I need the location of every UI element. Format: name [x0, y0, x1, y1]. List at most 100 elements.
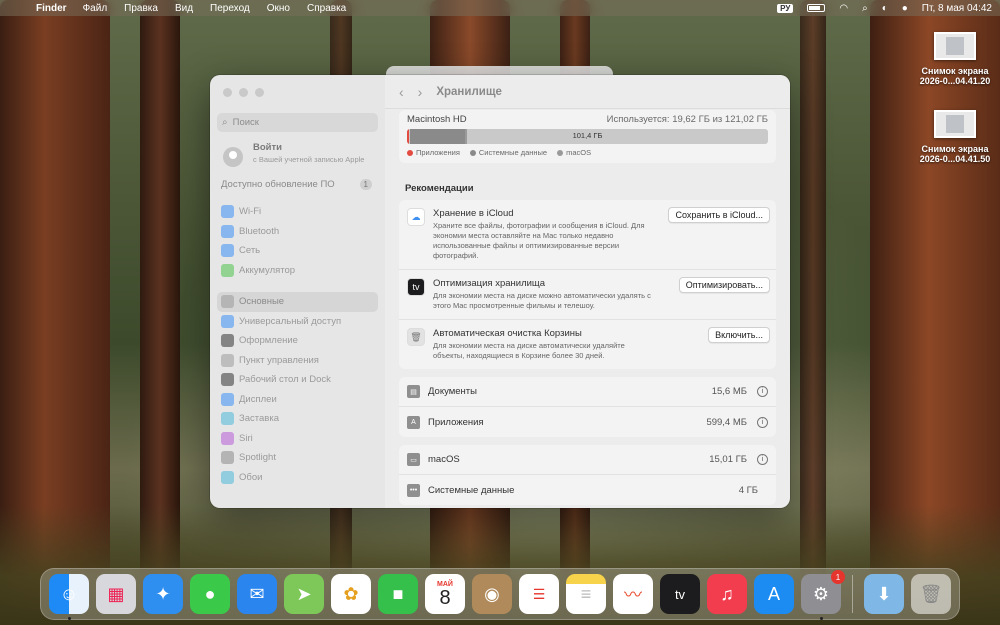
info-icon[interactable]: i: [757, 416, 768, 428]
wifi-icon[interactable]: ◠: [839, 3, 848, 14]
sidebar: ⌕ Поиск Войти с Вашей учетной записью Ap…: [210, 75, 385, 508]
recommendations-heading: Рекомендации: [405, 183, 474, 194]
recommendation-action-button[interactable]: Включить...: [708, 327, 770, 343]
dock-downloads-folder[interactable]: ⬇: [864, 574, 904, 614]
forward-arrow-icon[interactable]: ›: [418, 84, 423, 100]
sidebar-item-label: Дисплеи: [239, 393, 277, 405]
dock-notes[interactable]: ≡: [566, 574, 606, 614]
zoom-button[interactable]: [255, 88, 264, 97]
dock-calendar[interactable]: МАЙ 8: [425, 574, 465, 614]
recommendation-description: Для экономии места на диске автоматическ…: [433, 341, 625, 360]
menu-go[interactable]: Переход: [210, 3, 250, 14]
sidebar-item-spotlight[interactable]: Spotlight: [217, 448, 378, 468]
search-icon[interactable]: ⌕: [862, 3, 868, 14]
menu-file[interactable]: Файл: [83, 3, 108, 14]
dock-system-settings[interactable]: ⚙ 1: [801, 570, 845, 620]
dock-maps[interactable]: ➤: [284, 574, 324, 614]
maps-icon: ➤: [296, 583, 312, 604]
sidebar-item-globe[interactable]: Сеть: [217, 241, 378, 261]
dock-launchpad[interactable]: ▦: [96, 574, 136, 614]
sidebar-item-bluetooth[interactable]: Bluetooth: [217, 222, 378, 242]
dock-freeform[interactable]: 〰: [613, 574, 653, 614]
search-field[interactable]: ⌕ Поиск: [217, 113, 378, 132]
sidebar-item-battery[interactable]: Аккумулятор: [217, 261, 378, 281]
recommendation-title: Хранение в iCloud: [433, 208, 514, 219]
facetime-camera-icon: ■: [392, 583, 404, 604]
storage-row-system-data[interactable]: ••• Системные данные 4 ГБ: [399, 475, 776, 505]
recommendation-description: Храните все файлы, фотографии и сообщени…: [433, 221, 645, 260]
legend-system: Системные данные: [469, 148, 547, 157]
dock-facetime[interactable]: ■: [378, 574, 418, 614]
sidebar-item-display[interactable]: Дисплеи: [217, 390, 378, 410]
dock-reminders[interactable]: ☰: [519, 574, 559, 614]
control-center-icon[interactable]: ◐: [882, 3, 888, 14]
apple-account-login[interactable]: Войти с Вашей учетной записью Apple: [217, 142, 378, 167]
recommendation-action-button[interactable]: Оптимизировать...: [678, 277, 770, 293]
info-icon[interactable]: i: [757, 386, 768, 397]
sidebar-item-gear[interactable]: Основные: [217, 292, 378, 312]
menu-help[interactable]: Справка: [307, 3, 346, 14]
dock-separator: [852, 575, 853, 613]
desktop-file-screenshot-1[interactable]: Снимок экрана 2026-0...04.41.20: [910, 32, 1000, 86]
sidebar-item-label: Пункт управления: [239, 354, 319, 366]
app-menu-finder[interactable]: Finder: [36, 3, 67, 14]
input-source-indicator[interactable]: РУ: [777, 3, 794, 13]
dock-music[interactable]: ♫: [707, 574, 747, 614]
dock-messages[interactable]: ●: [190, 574, 230, 614]
sidebar-item-desktop-dock[interactable]: Рабочий стол и Dock: [217, 370, 378, 390]
icloud-icon: ☁: [407, 208, 425, 226]
storage-row-documents[interactable]: ▤ Документы 15,6 МБ i: [399, 377, 776, 407]
dock-safari[interactable]: ✦: [143, 574, 183, 614]
desktop-dock-icon: [221, 373, 234, 387]
storage-usage-bar: 101,4 ГБ: [407, 129, 768, 144]
sidebar-item-label: Основные: [239, 296, 285, 308]
sidebar-item-appearance[interactable]: Оформление: [217, 331, 378, 351]
menubar-clock[interactable]: Пт, 8 мая 04:42: [922, 3, 992, 14]
info-icon[interactable]: i: [757, 454, 768, 465]
sidebar-item-control-center[interactable]: Пункт управления: [217, 351, 378, 371]
sidebar-item-accessibility[interactable]: Универсальный доступ: [217, 312, 378, 332]
dock-mail[interactable]: ✉: [237, 574, 277, 614]
appletv-icon: tv: [674, 586, 686, 602]
launchpad-icon: ▦: [107, 583, 125, 604]
battery-icon[interactable]: [807, 4, 826, 12]
dock-app-store[interactable]: A: [754, 574, 794, 614]
menu-edit[interactable]: Правка: [124, 3, 158, 14]
dock-contacts[interactable]: ◉: [472, 574, 512, 614]
screenshot-thumbnail: [934, 32, 976, 60]
sidebar-item-label: Spotlight: [239, 452, 276, 464]
wallpaper-icon: [221, 470, 234, 484]
recommendation-action-button[interactable]: Сохранить в iCloud...: [668, 207, 770, 223]
screenshot-thumbnail: [934, 110, 976, 138]
sidebar-item-wallpaper[interactable]: Обои: [217, 468, 378, 488]
sidebar-item-siri[interactable]: Siri: [217, 429, 378, 449]
photos-flower-icon: ✿: [343, 583, 359, 604]
search-icon: ⌕: [222, 117, 228, 128]
music-note-icon: ♫: [720, 583, 734, 604]
sidebar-item-screensaver[interactable]: Заставка: [217, 409, 378, 429]
spotlight-icon: [221, 451, 234, 465]
storage-row-macos[interactable]: ▭ macOS 15,01 ГБ i: [399, 445, 776, 475]
freeform-icon: 〰: [624, 585, 642, 605]
back-arrow-icon[interactable]: ‹: [399, 84, 404, 100]
storage-row-applications[interactable]: A Приложения 599,4 МБ i: [399, 407, 776, 437]
appearance-icon: [221, 334, 234, 348]
menu-window[interactable]: Окно: [267, 3, 290, 14]
dock-trash[interactable]: 🗑: [911, 574, 951, 614]
system-settings-window: ⌕ Поиск Войти с Вашей учетной записью Ap…: [210, 75, 790, 508]
minimize-button[interactable]: [239, 88, 248, 97]
sidebar-item-wifi[interactable]: Wi-Fi: [217, 202, 378, 222]
dock-apple-tv[interactable]: tv: [660, 574, 700, 614]
window-controls: [223, 88, 378, 97]
dock-photos[interactable]: ✿: [331, 574, 371, 614]
desktop-file-screenshot-2[interactable]: Снимок экрана 2026-0...04.41.50: [910, 110, 1000, 164]
storage-scroll-area[interactable]: Macintosh HD Используется: 19,62 ГБ из 1…: [385, 110, 790, 508]
menu-view[interactable]: Вид: [175, 3, 193, 14]
recommendation-title: Автоматическая очистка Корзины: [433, 328, 582, 339]
software-update-item[interactable]: Доступно обновление ПО 1: [217, 179, 378, 190]
appletv-icon: tv: [407, 278, 425, 296]
dock-finder[interactable]: ☺: [49, 574, 89, 620]
close-button[interactable]: [223, 88, 232, 97]
screensaver-icon: [221, 412, 234, 426]
siri-icon[interactable]: ●: [902, 3, 908, 14]
